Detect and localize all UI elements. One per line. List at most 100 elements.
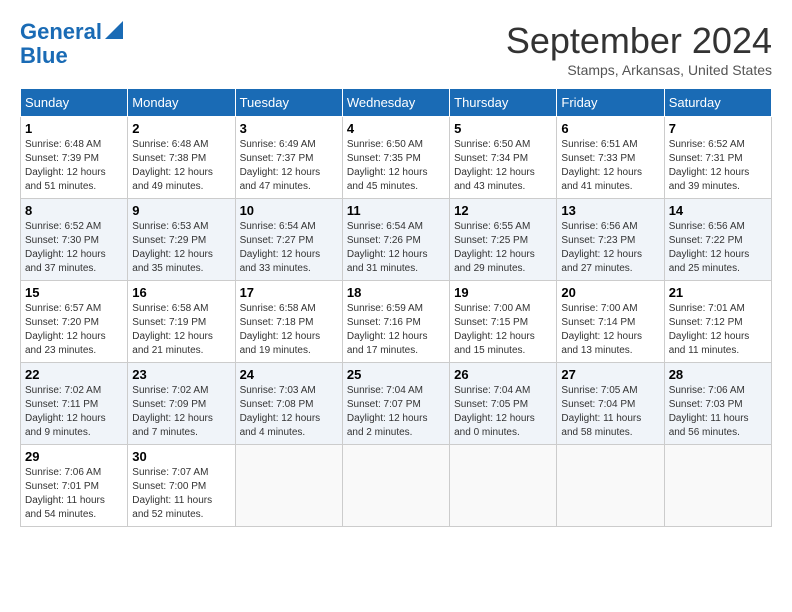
day-info: Sunrise: 6:52 AM Sunset: 7:31 PM Dayligh…: [669, 138, 767, 194]
table-row: 8Sunrise: 6:52 AM Sunset: 7:30 PM Daylig…: [21, 199, 128, 281]
day-number: 3: [240, 121, 338, 136]
day-info: Sunrise: 7:03 AM Sunset: 7:08 PM Dayligh…: [240, 384, 338, 440]
day-number: 19: [454, 285, 552, 300]
day-info: Sunrise: 6:58 AM Sunset: 7:18 PM Dayligh…: [240, 302, 338, 358]
table-row: 26 Sunrise: 7:04 AM Sunset: 7:05 PM Dayli…: [450, 363, 557, 445]
day-number: 23: [132, 367, 230, 382]
day-number: 21: [669, 285, 767, 300]
title-block: September 2024 Stamps, Arkansas, United …: [506, 20, 772, 78]
day-number: 1: [25, 121, 123, 136]
calendar-week-row: 29 Sunrise: 7:06 AM Sunset: 7:01 PM Dayli…: [21, 445, 772, 527]
page-header: General Blue September 2024 Stamps, Arka…: [20, 20, 772, 78]
table-row: 10 Sunrise: 6:54 AM Sunset: 7:27 PM Dayli…: [235, 199, 342, 281]
day-number: 10: [240, 203, 338, 218]
day-number: 30: [132, 449, 230, 464]
table-row: 4Sunrise: 6:50 AM Sunset: 7:35 PM Daylig…: [342, 117, 449, 199]
calendar-header-row: Sunday Monday Tuesday Wednesday Thursday…: [21, 89, 772, 117]
day-info: Sunrise: 7:02 AM Sunset: 7:09 PM Dayligh…: [132, 384, 230, 440]
table-row: 18 Sunrise: 6:59 AM Sunset: 7:16 PM Dayli…: [342, 281, 449, 363]
calendar-table: Sunday Monday Tuesday Wednesday Thursday…: [20, 88, 772, 527]
day-number: 25: [347, 367, 445, 382]
logo-triangle-icon: [105, 21, 123, 39]
col-tuesday: Tuesday: [235, 89, 342, 117]
col-thursday: Thursday: [450, 89, 557, 117]
table-row: [342, 445, 449, 527]
table-row: 5Sunrise: 6:50 AM Sunset: 7:34 PM Daylig…: [450, 117, 557, 199]
day-info: Sunrise: 6:58 AM Sunset: 7:19 PM Dayligh…: [132, 302, 230, 358]
logo: General Blue: [20, 20, 123, 68]
day-number: 9: [132, 203, 230, 218]
day-number: 28: [669, 367, 767, 382]
day-info: Sunrise: 6:49 AM Sunset: 7:37 PM Dayligh…: [240, 138, 338, 194]
table-row: 3 Sunrise: 6:49 AM Sunset: 7:37 PM Daylig…: [235, 117, 342, 199]
day-number: 13: [561, 203, 659, 218]
logo-text: General: [20, 20, 102, 44]
table-row: 25 Sunrise: 7:04 AM Sunset: 7:07 PM Dayli…: [342, 363, 449, 445]
day-info: Sunrise: 7:02 AM Sunset: 7:11 PM Dayligh…: [25, 384, 123, 440]
day-info: Sunrise: 6:54 AM Sunset: 7:26 PM Dayligh…: [347, 220, 445, 276]
table-row: 19 Sunrise: 7:00 AM Sunset: 7:15 PM Dayli…: [450, 281, 557, 363]
day-number: 29: [25, 449, 123, 464]
table-row: 22 Sunrise: 7:02 AM Sunset: 7:11 PM Dayli…: [21, 363, 128, 445]
day-info: Sunrise: 7:07 AM Sunset: 7:00 PM Dayligh…: [132, 466, 230, 522]
table-row: 15Sunrise: 6:57 AM Sunset: 7:20 PM Dayli…: [21, 281, 128, 363]
table-row: 1 Sunrise: 6:48 AM Sunset: 7:39 PM Daylig…: [21, 117, 128, 199]
table-row: 6 Sunrise: 6:51 AM Sunset: 7:33 PM Daylig…: [557, 117, 664, 199]
col-sunday: Sunday: [21, 89, 128, 117]
table-row: [557, 445, 664, 527]
day-info: Sunrise: 7:06 AM Sunset: 7:03 PM Dayligh…: [669, 384, 767, 440]
day-number: 24: [240, 367, 338, 382]
day-info: Sunrise: 6:56 AM Sunset: 7:22 PM Dayligh…: [669, 220, 767, 276]
day-info: Sunrise: 6:54 AM Sunset: 7:27 PM Dayligh…: [240, 220, 338, 276]
month-title: September 2024: [506, 20, 772, 62]
table-row: 28 Sunrise: 7:06 AM Sunset: 7:03 PM Dayli…: [664, 363, 771, 445]
day-info: Sunrise: 7:04 AM Sunset: 7:05 PM Dayligh…: [454, 384, 552, 440]
table-row: [664, 445, 771, 527]
day-number: 11: [347, 203, 445, 218]
day-info: Sunrise: 6:48 AM Sunset: 7:38 PM Dayligh…: [132, 138, 230, 194]
day-number: 6: [561, 121, 659, 136]
day-number: 20: [561, 285, 659, 300]
table-row: 24 Sunrise: 7:03 AM Sunset: 7:08 PM Dayli…: [235, 363, 342, 445]
day-number: 17: [240, 285, 338, 300]
table-row: 30 Sunrise: 7:07 AM Sunset: 7:00 PM Dayli…: [128, 445, 235, 527]
calendar-week-row: 15Sunrise: 6:57 AM Sunset: 7:20 PM Dayli…: [21, 281, 772, 363]
day-number: 26: [454, 367, 552, 382]
day-info: Sunrise: 7:06 AM Sunset: 7:01 PM Dayligh…: [25, 466, 123, 522]
logo-general: General: [20, 19, 102, 44]
day-info: Sunrise: 7:00 AM Sunset: 7:15 PM Dayligh…: [454, 302, 552, 358]
calendar-week-row: 22 Sunrise: 7:02 AM Sunset: 7:11 PM Dayli…: [21, 363, 772, 445]
day-number: 14: [669, 203, 767, 218]
day-info: Sunrise: 7:04 AM Sunset: 7:07 PM Dayligh…: [347, 384, 445, 440]
day-info: Sunrise: 6:51 AM Sunset: 7:33 PM Dayligh…: [561, 138, 659, 194]
day-info: Sunrise: 6:57 AM Sunset: 7:20 PM Dayligh…: [25, 302, 123, 358]
col-monday: Monday: [128, 89, 235, 117]
day-number: 18: [347, 285, 445, 300]
table-row: 20 Sunrise: 7:00 AM Sunset: 7:14 PM Dayli…: [557, 281, 664, 363]
table-row: 16 Sunrise: 6:58 AM Sunset: 7:19 PM Dayli…: [128, 281, 235, 363]
day-info: Sunrise: 6:59 AM Sunset: 7:16 PM Dayligh…: [347, 302, 445, 358]
day-number: 8: [25, 203, 123, 218]
day-info: Sunrise: 7:01 AM Sunset: 7:12 PM Dayligh…: [669, 302, 767, 358]
day-info: Sunrise: 6:56 AM Sunset: 7:23 PM Dayligh…: [561, 220, 659, 276]
day-info: Sunrise: 7:00 AM Sunset: 7:14 PM Dayligh…: [561, 302, 659, 358]
table-row: 27Sunrise: 7:05 AM Sunset: 7:04 PM Dayli…: [557, 363, 664, 445]
table-row: 29 Sunrise: 7:06 AM Sunset: 7:01 PM Dayli…: [21, 445, 128, 527]
table-row: 2 Sunrise: 6:48 AM Sunset: 7:38 PM Daylig…: [128, 117, 235, 199]
day-info: Sunrise: 7:05 AM Sunset: 7:04 PM Dayligh…: [561, 384, 659, 440]
table-row: 21 Sunrise: 7:01 AM Sunset: 7:12 PM Dayli…: [664, 281, 771, 363]
day-info: Sunrise: 6:48 AM Sunset: 7:39 PM Dayligh…: [25, 138, 123, 194]
day-number: 5: [454, 121, 552, 136]
calendar-week-row: 8Sunrise: 6:52 AM Sunset: 7:30 PM Daylig…: [21, 199, 772, 281]
table-row: 7Sunrise: 6:52 AM Sunset: 7:31 PM Daylig…: [664, 117, 771, 199]
day-info: Sunrise: 6:55 AM Sunset: 7:25 PM Dayligh…: [454, 220, 552, 276]
day-number: 16: [132, 285, 230, 300]
day-number: 22: [25, 367, 123, 382]
table-row: 17 Sunrise: 6:58 AM Sunset: 7:18 PM Dayli…: [235, 281, 342, 363]
day-number: 2: [132, 121, 230, 136]
logo-blue: Blue: [20, 43, 68, 68]
col-saturday: Saturday: [664, 89, 771, 117]
table-row: [450, 445, 557, 527]
table-row: 9Sunrise: 6:53 AM Sunset: 7:29 PM Daylig…: [128, 199, 235, 281]
col-wednesday: Wednesday: [342, 89, 449, 117]
